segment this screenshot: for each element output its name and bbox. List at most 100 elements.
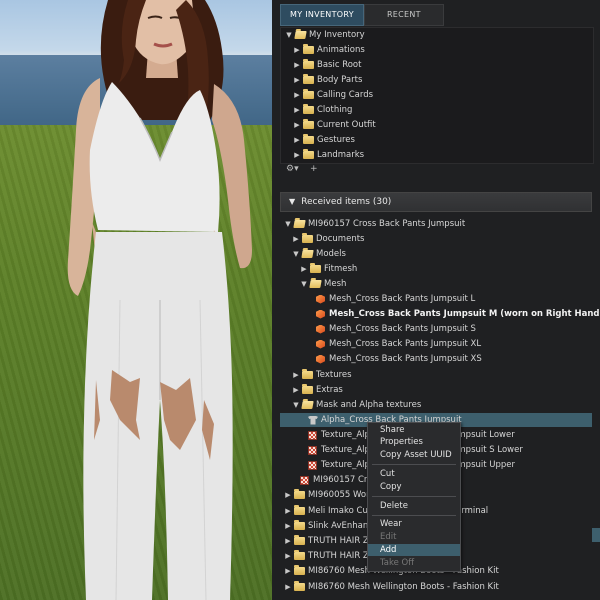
folder-icon <box>303 134 314 144</box>
tree-item-calling-cards[interactable]: ▶ Calling Cards <box>293 88 373 102</box>
expand-right-icon[interactable]: ▶ <box>293 118 301 132</box>
expand-right-icon[interactable]: ▶ <box>292 368 300 382</box>
collapse-down-icon: ▼ <box>289 197 296 206</box>
folder-icon <box>294 535 305 545</box>
mesh-object-icon <box>316 324 325 334</box>
menu-item-wear[interactable]: Wear <box>368 518 460 530</box>
folder-icon <box>294 581 305 591</box>
tree-item-body-parts[interactable]: ▶ Body Parts <box>293 73 362 87</box>
folder-icon <box>294 505 305 515</box>
tree-item-mesh-xl[interactable]: Mesh_Cross Back Pants Jumpsuit XL <box>314 337 481 351</box>
expand-right-icon[interactable]: ▶ <box>284 504 292 518</box>
inventory-tabs: MY INVENTORY RECENT <box>280 4 444 26</box>
mesh-object-icon <box>316 294 325 304</box>
expand-right-icon[interactable]: ▶ <box>284 549 292 563</box>
tree-item-truth-hair-2[interactable]: ▶ TRUTH HAIR Z <box>284 549 369 563</box>
tree-item-mi960055[interactable]: ▶ MI960055 Wom <box>284 488 374 502</box>
folder-icon <box>294 550 305 560</box>
tree-item-mesh-l[interactable]: Mesh_Cross Back Pants Jumpsuit L <box>314 292 475 306</box>
folder-icon <box>303 89 314 99</box>
expand-right-icon[interactable]: ▶ <box>284 580 292 594</box>
menu-item-cut[interactable]: Cut <box>368 468 460 480</box>
menu-item-copy[interactable]: Copy <box>368 481 460 493</box>
tree-item-wellington-2[interactable]: ▶ MI86760 Mesh Wellington Boots - Fashio… <box>284 580 499 594</box>
folder-open-icon <box>294 31 307 39</box>
tree-item-texture-upper[interactable]: Texture_Alp umpsuit Upper <box>306 458 515 472</box>
3d-viewport[interactable] <box>0 0 272 600</box>
expand-right-icon[interactable]: ▶ <box>293 103 301 117</box>
folder-icon <box>294 520 305 530</box>
expand-down-icon[interactable]: ▼ <box>284 217 292 231</box>
tree-item-models[interactable]: ▼ Models <box>292 247 346 261</box>
expand-right-icon[interactable]: ▶ <box>292 232 300 246</box>
folder-icon <box>303 119 314 129</box>
menu-item-add[interactable]: Add <box>368 544 460 556</box>
menu-item-copy-asset-uuid[interactable]: Copy Asset UUID <box>368 449 460 461</box>
menu-item-share[interactable]: Share <box>368 424 460 436</box>
inventory-toolbar: ⚙▾ + <box>280 164 592 178</box>
menu-separator <box>372 464 456 465</box>
tab-recent[interactable]: RECENT <box>363 4 444 26</box>
tree-item-mask-alpha[interactable]: ▼ Mask and Alpha textures <box>292 398 421 412</box>
scrollbar-thumb[interactable] <box>592 528 600 542</box>
tree-item-mesh-xs[interactable]: Mesh_Cross Back Pants Jumpsuit XS <box>314 352 482 366</box>
avatar-figure[interactable] <box>0 0 272 600</box>
inventory-tree: ▼ My Inventory ▶ Animations ▶ Basic Root… <box>280 27 594 164</box>
folder-open-icon <box>301 250 314 258</box>
expand-right-icon[interactable]: ▶ <box>300 262 308 276</box>
received-items-header[interactable]: ▼ Received items (30) <box>280 192 592 212</box>
gear-icon[interactable]: ⚙▾ <box>286 164 299 174</box>
texture-icon <box>308 430 317 440</box>
expand-right-icon[interactable]: ▶ <box>293 43 301 57</box>
folder-icon <box>302 384 313 394</box>
folder-icon <box>294 565 305 575</box>
mesh-object-icon <box>316 354 325 364</box>
expand-right-icon[interactable]: ▶ <box>293 58 301 72</box>
tree-item-meli-imako[interactable]: ▶ Meli Imako Cu erminal <box>284 504 488 518</box>
texture-icon <box>308 460 317 470</box>
tree-item-textures[interactable]: ▶ Textures <box>292 368 352 382</box>
texture-icon <box>308 445 317 455</box>
expand-down-icon[interactable]: ▼ <box>292 247 300 261</box>
folder-icon <box>303 44 314 54</box>
menu-item-delete[interactable]: Delete <box>368 500 460 512</box>
expand-right-icon[interactable]: ▶ <box>284 519 292 533</box>
tree-item-truth-hair-1[interactable]: ▶ TRUTH HAIR Z <box>284 534 369 548</box>
tree-item-my-inventory[interactable]: ▼ My Inventory <box>285 28 364 42</box>
tree-item-landmarks[interactable]: ▶ Landmarks <box>293 148 364 162</box>
expand-right-icon[interactable]: ▶ <box>293 73 301 87</box>
tab-my-inventory[interactable]: MY INVENTORY <box>280 4 364 26</box>
expand-right-icon[interactable]: ▶ <box>284 488 292 502</box>
expand-down-icon[interactable]: ▼ <box>292 398 300 412</box>
expand-right-icon[interactable]: ▶ <box>293 88 301 102</box>
menu-item-properties[interactable]: Properties <box>368 436 460 448</box>
tree-item-mesh-s[interactable]: Mesh_Cross Back Pants Jumpsuit S <box>314 322 476 336</box>
add-icon[interactable]: + <box>310 164 318 174</box>
expand-down-icon[interactable]: ▼ <box>285 28 293 42</box>
expand-right-icon[interactable]: ▶ <box>293 148 301 162</box>
expand-right-icon[interactable]: ▶ <box>292 383 300 397</box>
tree-item-basic-root[interactable]: ▶ Basic Root <box>293 58 361 72</box>
tree-item-documents[interactable]: ▶ Documents <box>292 232 364 246</box>
expand-right-icon[interactable]: ▶ <box>284 564 292 578</box>
folder-icon <box>294 489 305 499</box>
menu-item-take-off: Take Off <box>380 558 415 568</box>
tree-item-gestures[interactable]: ▶ Gestures <box>293 133 355 147</box>
expand-right-icon[interactable]: ▶ <box>293 133 301 147</box>
expand-right-icon[interactable]: ▶ <box>284 534 292 548</box>
tree-item-mesh-m[interactable]: Mesh_Cross Back Pants Jumpsuit M (worn o… <box>314 307 600 321</box>
expand-down-icon[interactable]: ▼ <box>300 277 308 291</box>
tree-item-fitmesh[interactable]: ▶ Fitmesh <box>300 262 357 276</box>
folder-icon <box>303 74 314 84</box>
tree-item-texture-lower[interactable]: Texture_Alp umpsuit Lower <box>306 428 515 442</box>
tree-item-animations[interactable]: ▶ Animations <box>293 43 365 57</box>
tree-item-mi960157[interactable]: ▼ MI960157 Cross Back Pants Jumpsuit <box>284 217 465 231</box>
tree-item-mesh[interactable]: ▼ Mesh <box>300 277 346 291</box>
tree-item-current-outfit[interactable]: ▶ Current Outfit <box>293 118 376 132</box>
folder-icon <box>302 369 313 379</box>
tree-item-extras[interactable]: ▶ Extras <box>292 383 343 397</box>
tree-item-mi960157-texture[interactable]: MI960157 Cr it <box>298 473 460 487</box>
tree-item-slink[interactable]: ▶ Slink AvEnhan <box>284 519 368 533</box>
tree-item-texture-s-lower[interactable]: Texture_Alp umpsuit S Lower <box>306 443 523 457</box>
tree-item-clothing[interactable]: ▶ Clothing <box>293 103 352 117</box>
